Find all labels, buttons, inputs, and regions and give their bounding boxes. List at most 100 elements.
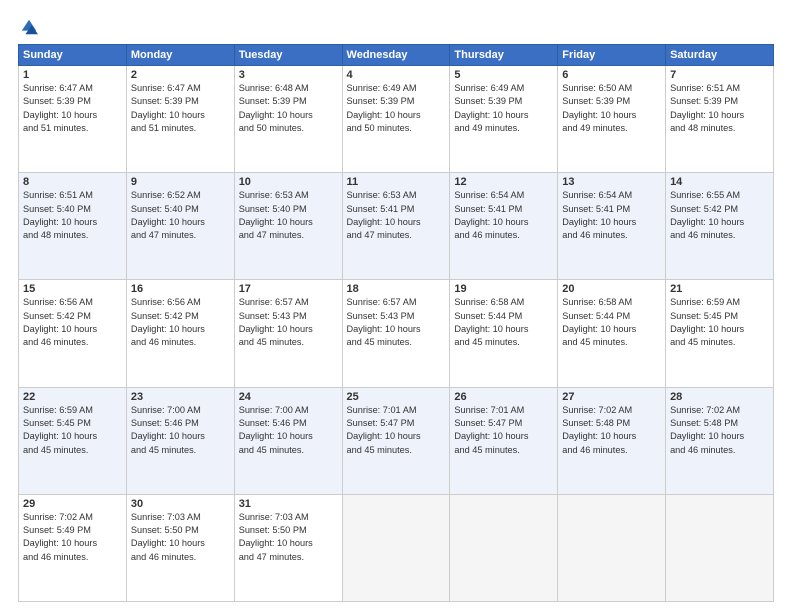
calendar-cell [450, 494, 558, 601]
day-number: 13 [562, 176, 661, 188]
day-info: Sunrise: 6:58 AM Sunset: 5:44 PM Dayligh… [562, 296, 661, 349]
day-info: Sunrise: 6:47 AM Sunset: 5:39 PM Dayligh… [131, 82, 230, 135]
day-info: Sunrise: 6:58 AM Sunset: 5:44 PM Dayligh… [454, 296, 553, 349]
day-info: Sunrise: 6:48 AM Sunset: 5:39 PM Dayligh… [239, 82, 338, 135]
calendar-cell: 8Sunrise: 6:51 AM Sunset: 5:40 PM Daylig… [19, 173, 127, 280]
weekday-header-thursday: Thursday [450, 45, 558, 66]
day-info: Sunrise: 6:52 AM Sunset: 5:40 PM Dayligh… [131, 189, 230, 242]
day-info: Sunrise: 7:00 AM Sunset: 5:46 PM Dayligh… [239, 404, 338, 457]
day-number: 11 [347, 176, 446, 188]
day-info: Sunrise: 6:54 AM Sunset: 5:41 PM Dayligh… [454, 189, 553, 242]
day-number: 16 [131, 283, 230, 295]
day-info: Sunrise: 6:59 AM Sunset: 5:45 PM Dayligh… [23, 404, 122, 457]
calendar-cell: 21Sunrise: 6:59 AM Sunset: 5:45 PM Dayli… [666, 280, 774, 387]
calendar-week-1: 1Sunrise: 6:47 AM Sunset: 5:39 PM Daylig… [19, 66, 774, 173]
day-info: Sunrise: 6:50 AM Sunset: 5:39 PM Dayligh… [562, 82, 661, 135]
calendar-cell: 27Sunrise: 7:02 AM Sunset: 5:48 PM Dayli… [558, 387, 666, 494]
day-number: 10 [239, 176, 338, 188]
day-info: Sunrise: 6:56 AM Sunset: 5:42 PM Dayligh… [23, 296, 122, 349]
day-number: 28 [670, 391, 769, 403]
day-number: 24 [239, 391, 338, 403]
day-number: 31 [239, 498, 338, 510]
day-info: Sunrise: 6:49 AM Sunset: 5:39 PM Dayligh… [347, 82, 446, 135]
calendar-cell: 29Sunrise: 7:02 AM Sunset: 5:49 PM Dayli… [19, 494, 127, 601]
day-info: Sunrise: 6:47 AM Sunset: 5:39 PM Dayligh… [23, 82, 122, 135]
calendar-cell: 6Sunrise: 6:50 AM Sunset: 5:39 PM Daylig… [558, 66, 666, 173]
calendar-cell: 16Sunrise: 6:56 AM Sunset: 5:42 PM Dayli… [126, 280, 234, 387]
day-info: Sunrise: 7:02 AM Sunset: 5:49 PM Dayligh… [23, 511, 122, 564]
calendar-cell: 30Sunrise: 7:03 AM Sunset: 5:50 PM Dayli… [126, 494, 234, 601]
calendar-cell: 3Sunrise: 6:48 AM Sunset: 5:39 PM Daylig… [234, 66, 342, 173]
day-number: 19 [454, 283, 553, 295]
calendar-cell: 2Sunrise: 6:47 AM Sunset: 5:39 PM Daylig… [126, 66, 234, 173]
day-number: 1 [23, 69, 122, 81]
day-info: Sunrise: 6:53 AM Sunset: 5:41 PM Dayligh… [347, 189, 446, 242]
day-number: 9 [131, 176, 230, 188]
calendar-week-4: 22Sunrise: 6:59 AM Sunset: 5:45 PM Dayli… [19, 387, 774, 494]
day-number: 4 [347, 69, 446, 81]
calendar-cell: 17Sunrise: 6:57 AM Sunset: 5:43 PM Dayli… [234, 280, 342, 387]
day-info: Sunrise: 7:02 AM Sunset: 5:48 PM Dayligh… [670, 404, 769, 457]
day-number: 3 [239, 69, 338, 81]
calendar-cell: 25Sunrise: 7:01 AM Sunset: 5:47 PM Dayli… [342, 387, 450, 494]
weekday-header-sunday: Sunday [19, 45, 127, 66]
day-number: 20 [562, 283, 661, 295]
day-number: 29 [23, 498, 122, 510]
day-info: Sunrise: 7:01 AM Sunset: 5:47 PM Dayligh… [347, 404, 446, 457]
day-info: Sunrise: 7:00 AM Sunset: 5:46 PM Dayligh… [131, 404, 230, 457]
day-number: 26 [454, 391, 553, 403]
calendar-cell: 28Sunrise: 7:02 AM Sunset: 5:48 PM Dayli… [666, 387, 774, 494]
day-number: 12 [454, 176, 553, 188]
calendar-cell: 11Sunrise: 6:53 AM Sunset: 5:41 PM Dayli… [342, 173, 450, 280]
day-info: Sunrise: 6:57 AM Sunset: 5:43 PM Dayligh… [347, 296, 446, 349]
day-number: 30 [131, 498, 230, 510]
day-info: Sunrise: 6:51 AM Sunset: 5:40 PM Dayligh… [23, 189, 122, 242]
calendar-table: SundayMondayTuesdayWednesdayThursdayFrid… [18, 44, 774, 602]
calendar-cell [342, 494, 450, 601]
day-info: Sunrise: 6:57 AM Sunset: 5:43 PM Dayligh… [239, 296, 338, 349]
weekday-header-tuesday: Tuesday [234, 45, 342, 66]
day-info: Sunrise: 6:59 AM Sunset: 5:45 PM Dayligh… [670, 296, 769, 349]
calendar-cell: 1Sunrise: 6:47 AM Sunset: 5:39 PM Daylig… [19, 66, 127, 173]
weekday-header-friday: Friday [558, 45, 666, 66]
calendar-cell: 5Sunrise: 6:49 AM Sunset: 5:39 PM Daylig… [450, 66, 558, 173]
day-info: Sunrise: 6:51 AM Sunset: 5:39 PM Dayligh… [670, 82, 769, 135]
day-number: 18 [347, 283, 446, 295]
calendar-cell [558, 494, 666, 601]
day-info: Sunrise: 7:01 AM Sunset: 5:47 PM Dayligh… [454, 404, 553, 457]
day-info: Sunrise: 7:03 AM Sunset: 5:50 PM Dayligh… [131, 511, 230, 564]
day-number: 23 [131, 391, 230, 403]
calendar-cell: 31Sunrise: 7:03 AM Sunset: 5:50 PM Dayli… [234, 494, 342, 601]
day-number: 22 [23, 391, 122, 403]
day-number: 21 [670, 283, 769, 295]
calendar-cell: 20Sunrise: 6:58 AM Sunset: 5:44 PM Dayli… [558, 280, 666, 387]
calendar-cell: 10Sunrise: 6:53 AM Sunset: 5:40 PM Dayli… [234, 173, 342, 280]
calendar-week-3: 15Sunrise: 6:56 AM Sunset: 5:42 PM Dayli… [19, 280, 774, 387]
calendar-cell: 26Sunrise: 7:01 AM Sunset: 5:47 PM Dayli… [450, 387, 558, 494]
day-info: Sunrise: 6:49 AM Sunset: 5:39 PM Dayligh… [454, 82, 553, 135]
calendar-cell [666, 494, 774, 601]
calendar-week-5: 29Sunrise: 7:02 AM Sunset: 5:49 PM Dayli… [19, 494, 774, 601]
page: SundayMondayTuesdayWednesdayThursdayFrid… [0, 0, 792, 612]
calendar-cell: 18Sunrise: 6:57 AM Sunset: 5:43 PM Dayli… [342, 280, 450, 387]
day-info: Sunrise: 6:54 AM Sunset: 5:41 PM Dayligh… [562, 189, 661, 242]
calendar-cell: 7Sunrise: 6:51 AM Sunset: 5:39 PM Daylig… [666, 66, 774, 173]
calendar-cell: 23Sunrise: 7:00 AM Sunset: 5:46 PM Dayli… [126, 387, 234, 494]
calendar-cell: 13Sunrise: 6:54 AM Sunset: 5:41 PM Dayli… [558, 173, 666, 280]
day-number: 8 [23, 176, 122, 188]
day-number: 27 [562, 391, 661, 403]
calendar-cell: 15Sunrise: 6:56 AM Sunset: 5:42 PM Dayli… [19, 280, 127, 387]
header [18, 18, 774, 36]
logo [18, 18, 38, 36]
calendar-cell: 24Sunrise: 7:00 AM Sunset: 5:46 PM Dayli… [234, 387, 342, 494]
calendar-cell: 4Sunrise: 6:49 AM Sunset: 5:39 PM Daylig… [342, 66, 450, 173]
day-number: 25 [347, 391, 446, 403]
weekday-header-saturday: Saturday [666, 45, 774, 66]
day-number: 15 [23, 283, 122, 295]
logo-icon [20, 18, 38, 36]
day-number: 17 [239, 283, 338, 295]
day-number: 2 [131, 69, 230, 81]
calendar-cell: 14Sunrise: 6:55 AM Sunset: 5:42 PM Dayli… [666, 173, 774, 280]
day-info: Sunrise: 6:55 AM Sunset: 5:42 PM Dayligh… [670, 189, 769, 242]
weekday-header-wednesday: Wednesday [342, 45, 450, 66]
